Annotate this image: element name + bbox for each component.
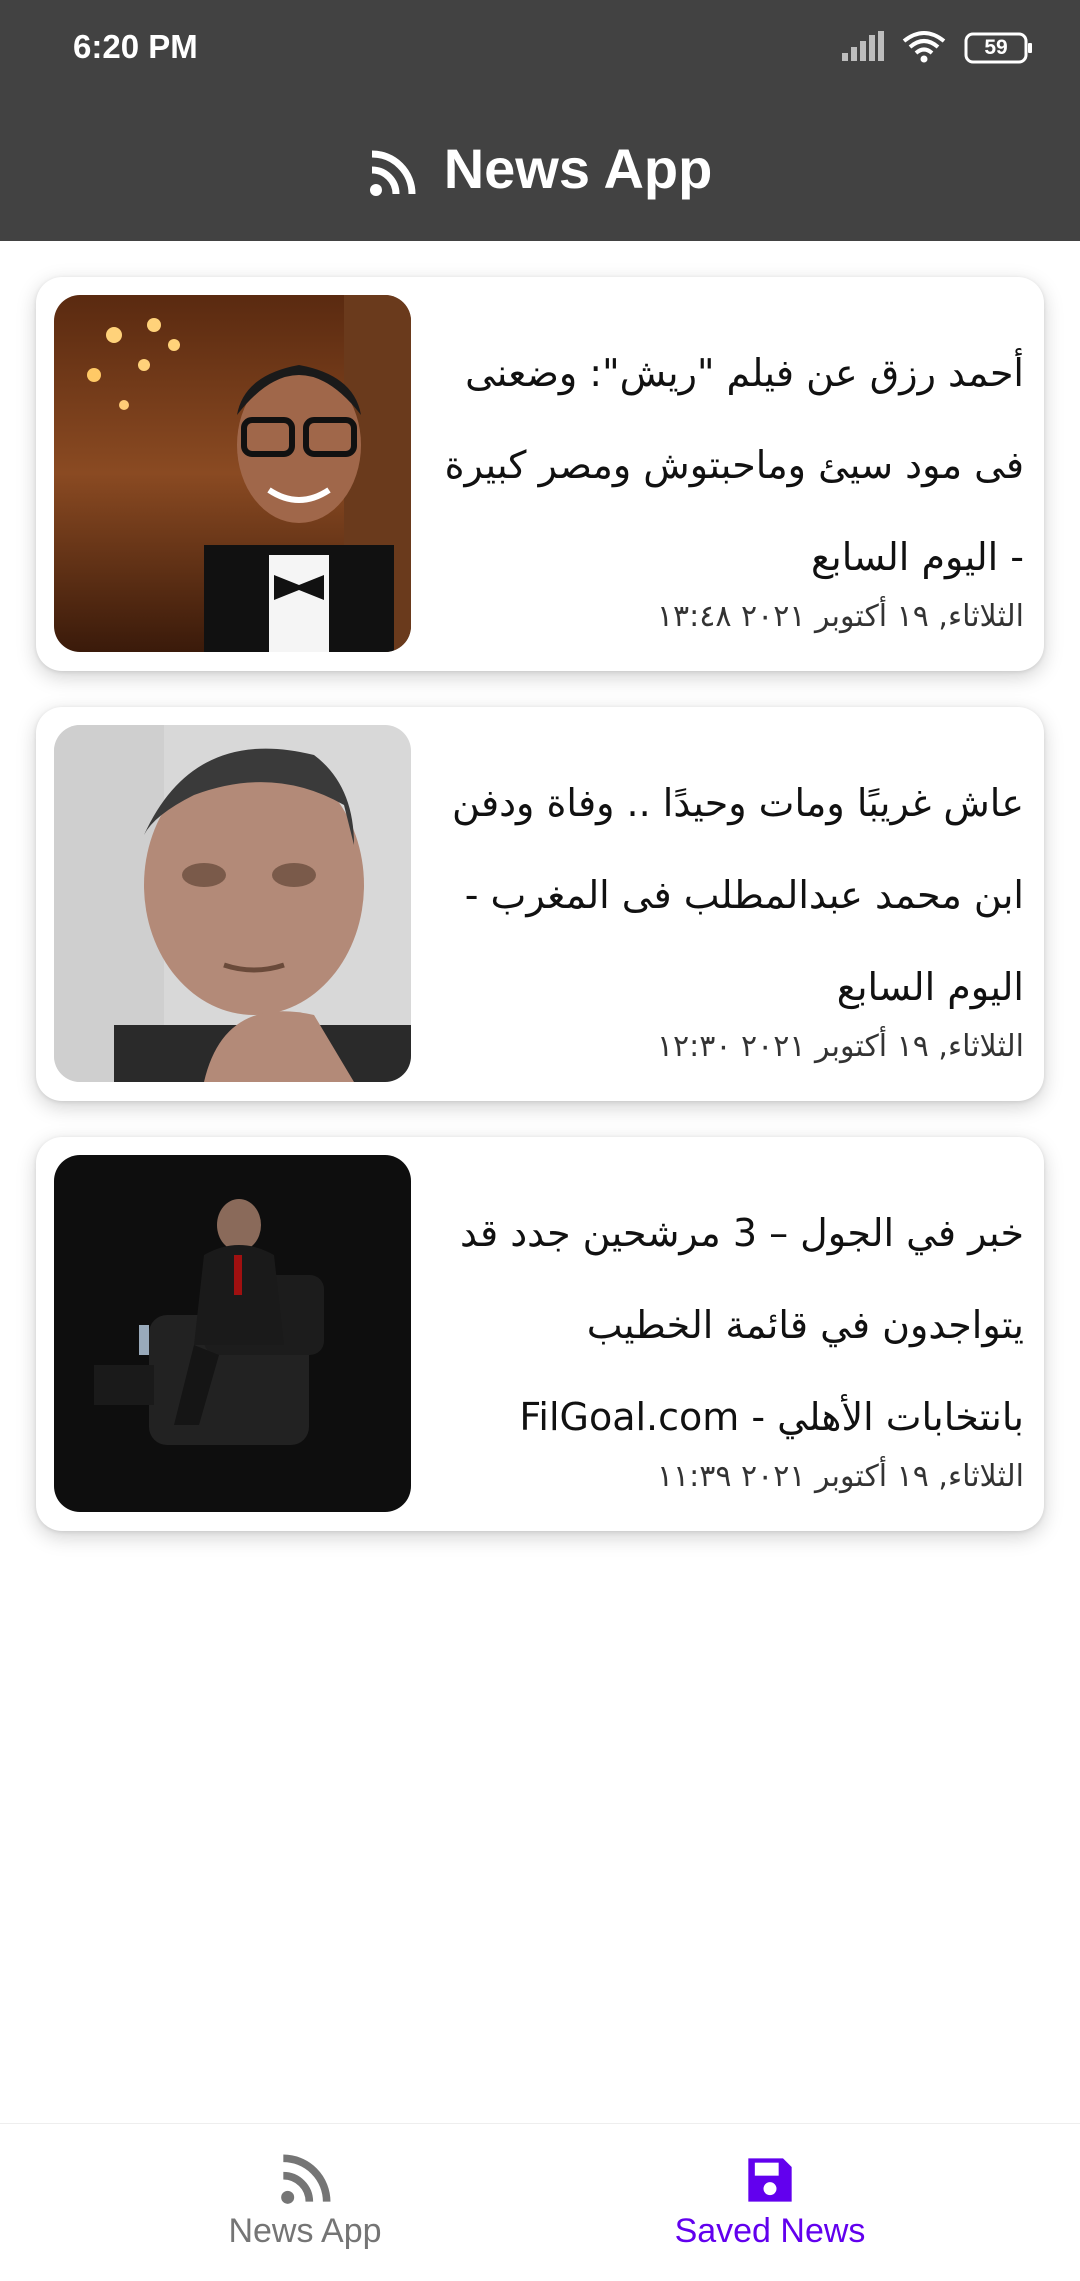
save-icon xyxy=(748,2158,792,2202)
status-time: 6:20 PM xyxy=(73,28,198,65)
nav-label: News App xyxy=(228,2212,382,2250)
rss-icon xyxy=(281,2154,331,2204)
news-title: أحمد رزق عن فيلم "ريش": وضعنى فى مود سيئ… xyxy=(444,351,1024,579)
battery-level: 59 xyxy=(984,36,1008,59)
news-card[interactable]: عاش غريبًا ومات وحيدًا .. وفاة ودفن ابن … xyxy=(36,707,1044,1101)
nav-label: Saved News xyxy=(674,2212,866,2250)
news-date: الثلاثاء, ١٩ أكتوبر ٢٠٢١ ١١:٣٩ xyxy=(656,1459,1024,1494)
news-card[interactable]: أحمد رزق عن فيلم "ريش": وضعنى فى مود سيئ… xyxy=(36,277,1044,671)
news-title: عاش غريبًا ومات وحيدًا .. وفاة ودفن ابن … xyxy=(452,781,1024,1009)
app-bar: News App xyxy=(0,95,1080,241)
news-date: الثلاثاء, ١٩ أكتوبر ٢٠٢١ ١٣:٤٨ xyxy=(656,599,1024,634)
status-icons: 59 xyxy=(842,30,1034,66)
rss-icon xyxy=(369,150,416,196)
bottom-navigation: News App Saved News xyxy=(0,2123,1080,2281)
news-title: خبر في الجول – 3 مرشحين جدد قد يتواجدون … xyxy=(460,1211,1024,1439)
news-thumbnail xyxy=(54,295,411,652)
signal-icon xyxy=(842,30,884,66)
news-thumbnail xyxy=(54,725,411,1082)
nav-news-app[interactable]: News App xyxy=(35,2124,575,2281)
news-card[interactable]: خبر في الجول – 3 مرشحين جدد قد يتواجدون … xyxy=(36,1137,1044,1531)
battery-icon: 59 xyxy=(964,32,1034,64)
wifi-icon xyxy=(902,29,946,68)
news-thumbnail xyxy=(54,1155,411,1512)
nav-saved-news[interactable]: Saved News xyxy=(500,2124,1040,2281)
news-date: الثلاثاء, ١٩ أكتوبر ٢٠٢١ ١٢:٣٠ xyxy=(656,1029,1024,1064)
app-title: News App xyxy=(443,136,713,200)
status-bar: 6:20 PM 59 xyxy=(0,0,1080,95)
